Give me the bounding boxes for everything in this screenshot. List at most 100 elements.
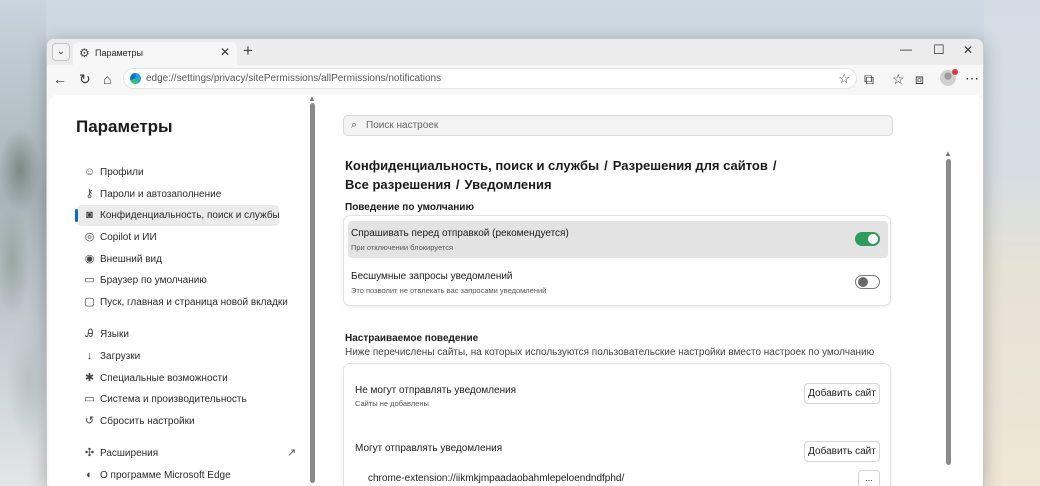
refresh-icon[interactable]: ↻: [79, 70, 91, 88]
sidebar-item-label: Профили: [100, 167, 144, 178]
row-description: Это позволит не отвлекать вас запросами …: [351, 286, 547, 295]
scroll-up-icon[interactable]: ▲: [944, 149, 952, 158]
avatar[interactable]: [940, 69, 958, 86]
tab-settings[interactable]: ⚙ Параметры ✕: [73, 42, 237, 65]
sidebar-item-label: Сбросить настройки: [100, 416, 195, 427]
sidebar-item-label: Пароли и автозаполнение: [100, 189, 222, 200]
breadcrumb-item[interactable]: Все разрешения: [345, 177, 451, 192]
sidebar-item-languages[interactable]: Ꭿ Языки: [77, 324, 279, 345]
sidebar-item-system[interactable]: ▭ Система и производительность: [77, 389, 279, 410]
star-icon[interactable]: ☆: [838, 71, 850, 87]
plus-icon[interactable]: +: [243, 41, 253, 61]
active-indicator: [75, 209, 78, 222]
add-allowed-site-button[interactable]: Добавить сайт: [804, 441, 880, 462]
sidebar-item-appearance[interactable]: ◉ Внешний вид: [77, 249, 279, 270]
sidebar-item-passwords[interactable]: ⚷ Пароли и автозаполнение: [77, 184, 279, 205]
languages-icon: Ꭿ: [85, 328, 94, 340]
sidebar-item-profiles[interactable]: ☺ Профили: [77, 162, 279, 183]
sidebar-item-accessibility[interactable]: ✱ Специальные возможности: [77, 368, 279, 389]
default-behavior-card: Спрашивать перед отправкой (рекомендуетс…: [343, 215, 891, 306]
reset-icon: ↺: [84, 415, 95, 427]
breadcrumb-item[interactable]: Разрешения для сайтов: [613, 158, 768, 173]
breadcrumb-separator: /: [455, 177, 460, 192]
ask-before-send-toggle[interactable]: [855, 232, 880, 246]
browser-window: ⌄ ⚙ Параметры ✕ + — ☐ ✕ ← ↻ ⌂ edge://set…: [46, 38, 984, 486]
sidebar-item-default-browser[interactable]: ▭ Браузер по умолчанию: [77, 270, 279, 291]
row-label: Спрашивать перед отправкой (рекомендуетс…: [351, 228, 569, 239]
search-box[interactable]: ⌕: [343, 115, 893, 136]
breadcrumb-separator: /: [772, 158, 777, 173]
sidebar-item-privacy[interactable]: ◙ Конфиденциальность, поиск и службы: [75, 205, 280, 226]
laptop-icon: ▭: [84, 393, 95, 405]
puzzle-icon[interactable]: ⧉: [864, 70, 874, 88]
sidebar-title: Параметры: [76, 117, 173, 136]
settings-page: Параметры ☺ Профили ⚷ Пароли и автозапол…: [49, 95, 983, 486]
sidebar-item-label: Языки: [100, 329, 129, 340]
sidebar-item-about[interactable]: ◐ О программе Microsoft Edge: [77, 465, 279, 486]
quiet-requests-row[interactable]: Бесшумные запросы уведомлений Это позвол…: [348, 264, 888, 301]
sidebar-item-label: О программе Microsoft Edge: [100, 470, 231, 481]
settings-sidebar: Параметры ☺ Профили ⚷ Пароли и автозапол…: [49, 95, 316, 486]
desktop-wallpaper-left: [0, 0, 46, 486]
main-scrollbar[interactable]: [946, 159, 951, 465]
sidebar-item-label: Внешний вид: [100, 254, 162, 265]
settings-main: ⌕ Конфиденциальность, поиск и службы / Раз…: [311, 95, 983, 486]
search-input[interactable]: [366, 118, 866, 133]
download-icon: ↓: [86, 350, 93, 362]
tab-title: Параметры: [95, 48, 143, 58]
address-bar[interactable]: edge://settings/privacy/sitePermissions/…: [123, 68, 857, 89]
breadcrumb: Конфиденциальность, поиск и службы / Разре…: [345, 156, 815, 194]
sidebar-item-label: Copilot и ИИ: [100, 232, 157, 243]
custom-behavior-description: Ниже перечислены сайты, на которых испол…: [345, 347, 875, 358]
allowed-site-url: chrome-extension://iikmkjmpaadaobahmlepe…: [368, 473, 625, 484]
sidebar-item-label: Специальные возможности: [100, 373, 228, 384]
site-more-button[interactable]: ...: [858, 470, 880, 486]
row-label: Бесшумные запросы уведомлений: [351, 271, 513, 282]
close-icon[interactable]: ✕: [220, 45, 230, 59]
collections-icon[interactable]: ⧈: [915, 70, 924, 88]
ask-before-send-row[interactable]: Спрашивать перед отправкой (рекомендуетс…: [348, 221, 888, 258]
sidebar-item-extensions[interactable]: ✣ Расширения ↗: [77, 443, 296, 464]
sidebar-item-label: Конфиденциальность, поиск и службы: [100, 210, 280, 221]
toggle-knob: [858, 277, 868, 287]
back-arrow-icon[interactable]: ←: [53, 70, 67, 88]
breadcrumb-current: Уведомления: [464, 177, 552, 192]
sidebar-item-label: Браузер по умолчанию: [100, 275, 207, 286]
breadcrumb-item[interactable]: Конфиденциальность, поиск и службы: [345, 158, 599, 173]
quiet-requests-toggle[interactable]: [855, 275, 880, 289]
eye-icon: ◉: [84, 253, 95, 265]
chevron-down-icon[interactable]: ⌄: [52, 43, 70, 61]
more-icon[interactable]: ⋯: [965, 69, 979, 87]
profile-icon: ☺: [83, 166, 96, 178]
sidebar-item-label: Загрузки: [100, 351, 141, 362]
sidebar-item-start-page[interactable]: ▢ Пуск, главная и страница новой вкладки: [77, 292, 288, 313]
block-list-title: Не могут отправлять уведомления: [355, 385, 517, 396]
toolbar: ← ↻ ⌂ edge://settings/privacy/sitePermis…: [47, 65, 983, 93]
add-blocked-site-button[interactable]: Добавить сайт: [804, 383, 880, 404]
custom-behavior-card: Не могут отправлять уведомления Сайты не…: [343, 363, 891, 486]
copilot-icon: ◎: [84, 231, 95, 243]
breadcrumb-separator: /: [604, 158, 608, 173]
maximize-icon[interactable]: ☐: [933, 42, 945, 58]
block-list-empty: Сайты не добавлены: [355, 399, 429, 408]
browser-icon: ▭: [84, 274, 95, 286]
favorites-list-icon[interactable]: ☆: [892, 70, 905, 88]
sidebar-item-copilot[interactable]: ◎ Copilot и ИИ: [77, 227, 279, 248]
title-bar: ⌄ ⚙ Параметры ✕ + — ☐ ✕: [47, 39, 983, 65]
minimize-icon[interactable]: —: [900, 42, 912, 56]
gear-icon: ⚙: [79, 46, 90, 60]
new-tab-page-icon: ▢: [84, 296, 95, 308]
row-description: При отключении блокируется: [351, 243, 454, 252]
sidebar-item-downloads[interactable]: ↓ Загрузки: [77, 346, 279, 367]
notification-dot: [952, 69, 958, 75]
window-close-icon[interactable]: ✕: [963, 43, 973, 57]
desktop-wallpaper-right: [984, 0, 1040, 486]
accessibility-icon: ✱: [84, 372, 95, 384]
sidebar-item-label: Расширения: [100, 448, 159, 459]
sidebar-item-reset[interactable]: ↺ Сбросить настройки: [77, 411, 279, 432]
allow-list-title: Могут отправлять уведомления: [355, 443, 503, 454]
default-behavior-heading: Поведение по умолчанию: [345, 202, 474, 213]
sidebar-item-label: Пуск, главная и страница новой вкладки: [100, 297, 288, 308]
address-url[interactable]: edge://settings/privacy/sitePermissions/…: [146, 73, 441, 84]
home-icon[interactable]: ⌂: [103, 70, 111, 88]
